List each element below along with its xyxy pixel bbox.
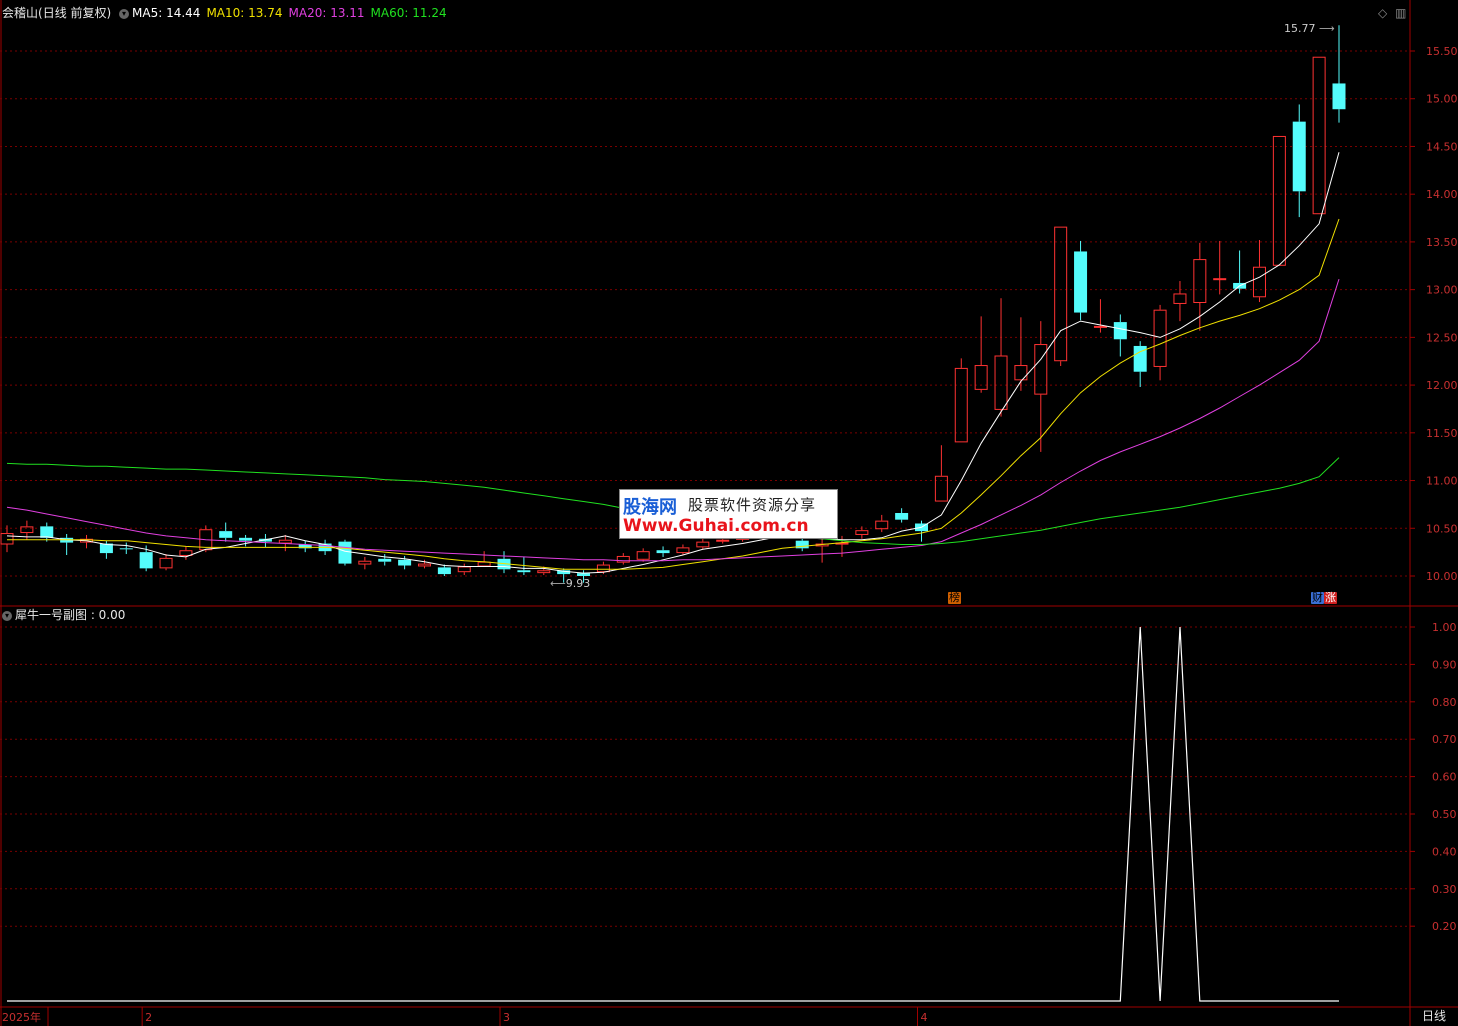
main-tick-label: 10.50 bbox=[1426, 522, 1458, 535]
ma-label-3: MA60: 11.24 bbox=[370, 6, 447, 20]
candle-body bbox=[417, 563, 431, 567]
candle-body bbox=[119, 548, 133, 550]
high-price-label: 15.77 ⟶ bbox=[1284, 22, 1335, 35]
candle-body bbox=[656, 550, 670, 554]
time-tick-label: 2 bbox=[145, 1011, 152, 1024]
candle-body bbox=[398, 559, 412, 566]
header-tools: ◇ ▥ bbox=[1378, 6, 1406, 20]
candle-body bbox=[1014, 365, 1028, 381]
ma-label-2: MA20: 13.11 bbox=[288, 6, 365, 20]
main-tick-label: 11.50 bbox=[1426, 427, 1458, 440]
candle-body bbox=[1332, 83, 1346, 110]
main-tick-label: 12.00 bbox=[1426, 379, 1458, 392]
main-tick-label: 11.00 bbox=[1426, 475, 1458, 488]
candle-body bbox=[1074, 251, 1088, 313]
main-tick-label: 12.50 bbox=[1426, 331, 1458, 344]
candle-body bbox=[537, 570, 551, 574]
candle-body bbox=[596, 564, 610, 573]
candle-body bbox=[1113, 322, 1127, 340]
time-tick-label: 2025年 bbox=[2, 1010, 41, 1024]
candle-body bbox=[1312, 56, 1326, 215]
candle-body bbox=[934, 475, 948, 502]
candle-body bbox=[716, 539, 730, 542]
sub-tick-label: 1.00 bbox=[1432, 621, 1457, 634]
candle-body bbox=[676, 547, 690, 554]
candle-body bbox=[616, 555, 630, 563]
candle-body bbox=[1173, 293, 1187, 304]
candle-body bbox=[895, 513, 909, 520]
candle-body bbox=[477, 561, 491, 567]
candle-body bbox=[219, 531, 233, 538]
candle-body bbox=[1093, 325, 1107, 328]
candle-body bbox=[239, 537, 253, 541]
candle-body bbox=[338, 541, 352, 564]
main-tick-label: 15.00 bbox=[1426, 93, 1458, 106]
main-tick-label: 13.50 bbox=[1426, 236, 1458, 249]
stock-name: 会稽山 bbox=[2, 6, 39, 20]
main-tick-label: 14.00 bbox=[1426, 188, 1458, 201]
time-tick-label: 3 bbox=[503, 1011, 510, 1024]
main-tick-label: 13.00 bbox=[1426, 284, 1458, 297]
candle-body bbox=[1153, 309, 1167, 367]
candle-body bbox=[1272, 135, 1286, 266]
candle-body bbox=[1193, 259, 1207, 304]
candle-body bbox=[1213, 278, 1227, 281]
ma-label-1: MA10: 13.74 bbox=[206, 6, 283, 20]
candle-body bbox=[1034, 344, 1048, 395]
candle-body bbox=[517, 570, 531, 573]
sub-tick-label: 0.60 bbox=[1432, 771, 1457, 784]
main-tick-label: 14.50 bbox=[1426, 140, 1458, 153]
main-tick-label: 10.00 bbox=[1426, 570, 1458, 583]
window-icon[interactable]: ▥ bbox=[1395, 6, 1406, 20]
tag-bang-badge[interactable]: 榜 bbox=[948, 592, 961, 604]
sub-tick-label: 0.80 bbox=[1432, 696, 1457, 709]
candle-body bbox=[1252, 266, 1266, 298]
watermark-slogan: 股票软件资源分享 bbox=[688, 496, 817, 514]
candle-body bbox=[139, 552, 153, 569]
watermark: 股海网 股票软件资源分享 Www.Guhai.com.cn bbox=[619, 489, 838, 539]
period-info: (日线 前复权) bbox=[38, 6, 112, 20]
candle-body bbox=[179, 550, 193, 556]
candle-body bbox=[954, 367, 968, 443]
candle-body bbox=[636, 551, 650, 560]
candle-body bbox=[994, 355, 1008, 410]
sub-tick-label: 0.70 bbox=[1432, 733, 1457, 746]
candle-body bbox=[358, 560, 372, 565]
candle-body bbox=[855, 530, 869, 535]
low-price-label: ⟵9.93 bbox=[550, 577, 591, 590]
candle-body bbox=[1292, 121, 1306, 192]
sub-tick-label: 0.30 bbox=[1432, 883, 1457, 896]
sub-panel-title: 犀牛一号副图 : 0.00 bbox=[15, 608, 126, 622]
ma-legend: MA5: 14.44 MA10: 13.74 MA20: 13.11 MA60: 11… bbox=[132, 6, 453, 20]
sub-tick-label: 0.50 bbox=[1432, 808, 1457, 821]
sub-tick-label: 0.40 bbox=[1432, 845, 1457, 858]
candle-body bbox=[378, 558, 392, 562]
diamond-icon[interactable]: ◇ bbox=[1378, 6, 1387, 20]
candle-body bbox=[875, 520, 889, 530]
tag-cai-badge[interactable]: 财 bbox=[1311, 592, 1324, 604]
period-button[interactable]: 日线 bbox=[1422, 1009, 1446, 1023]
sub-tick-label: 0.20 bbox=[1432, 920, 1457, 933]
tag-zhang-badge[interactable]: 涨 bbox=[1324, 592, 1337, 604]
candle-body bbox=[974, 365, 988, 390]
candle-body bbox=[0, 533, 14, 545]
ma-label-0: MA5: 14.44 bbox=[132, 6, 201, 20]
main-tick-label: 15.50 bbox=[1426, 45, 1458, 58]
sub-panel-header: ▾ 犀牛一号副图 : 0.00 bbox=[2, 608, 125, 622]
chart-header: 会稽山(日线 前复权) ▾ MA5: 14.44 MA10: 13.74 MA20: … bbox=[2, 6, 453, 20]
candle-body bbox=[40, 526, 54, 538]
candle-body bbox=[159, 557, 173, 569]
candle-body bbox=[278, 539, 292, 544]
watermark-url: Www.Guhai.com.cn bbox=[623, 516, 809, 536]
candle-body bbox=[1054, 226, 1068, 362]
candle-body bbox=[696, 541, 710, 548]
settings-toggle-icon[interactable]: ▾ bbox=[119, 8, 130, 19]
sub-panel-toggle-icon[interactable]: ▾ bbox=[2, 610, 12, 621]
candle-body bbox=[457, 566, 471, 573]
candle-body bbox=[437, 567, 451, 575]
time-tick-label: 4 bbox=[921, 1011, 928, 1024]
candle-body bbox=[20, 526, 34, 534]
sub-tick-label: 0.90 bbox=[1432, 658, 1457, 671]
